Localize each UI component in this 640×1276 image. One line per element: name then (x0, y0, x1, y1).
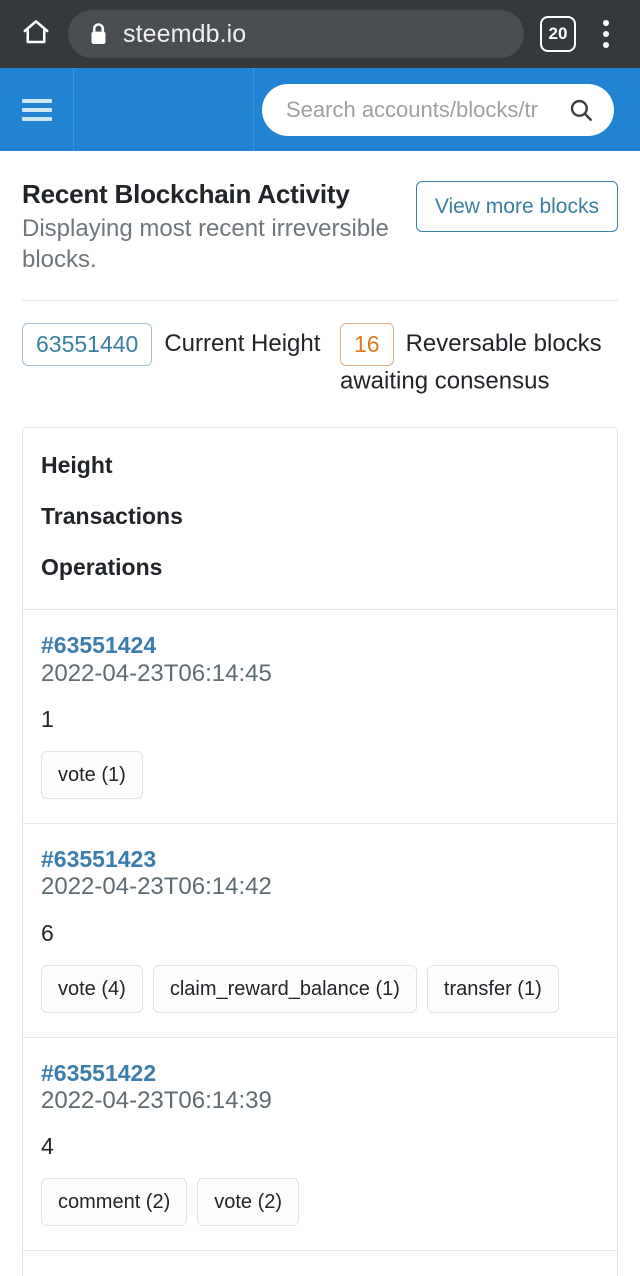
menu-dot (603, 42, 609, 48)
table-row: #63551423 2022-04-23T06:14:42 6 vote (4)… (23, 824, 617, 1038)
page-title: Recent Blockchain Activity (22, 179, 350, 209)
search-input[interactable] (286, 96, 560, 123)
reversable-blocks-badge[interactable]: 16 (340, 323, 394, 367)
table-header: Height Transactions Operations (23, 428, 617, 611)
menu-dot (603, 31, 609, 37)
stats-row: 63551440 Current Height 16 Reversable bloc… (22, 301, 618, 397)
page-header-text: Recent Blockchain Activity Displaying mo… (22, 179, 402, 275)
block-transaction-count: 4 (41, 1133, 54, 1160)
url-text: steemdb.io (123, 19, 247, 48)
lock-icon (88, 22, 109, 46)
column-header-height: Height (41, 452, 113, 479)
page-header: Recent Blockchain Activity Displaying mo… (22, 151, 618, 275)
blocks-table-card: Height Transactions Operations #63551424… (22, 427, 618, 1276)
operation-pill[interactable]: transfer (1) (426, 964, 559, 1013)
nav-menu-toggle[interactable] (0, 68, 74, 151)
block-timestamp: 2022-04-23T06:14:45 (41, 659, 272, 687)
operation-pill[interactable]: claim_reward_balance (1) (152, 964, 417, 1013)
overflow-menu-icon[interactable] (586, 12, 626, 56)
table-row: #63551424 2022-04-23T06:14:45 1 vote (1) (23, 610, 617, 824)
search-box[interactable] (262, 83, 614, 136)
table-row: #63551421 2022-04-23T06:14:36 2 (23, 1251, 617, 1276)
block-height-link[interactable]: #63551424 (41, 632, 599, 658)
page-content: Recent Blockchain Activity Displaying mo… (0, 151, 640, 1276)
current-height-badge[interactable]: 63551440 (22, 323, 153, 367)
hamburger-icon (21, 98, 52, 121)
operation-pill[interactable]: vote (4) (41, 964, 143, 1013)
block-timestamp: 2022-04-23T06:14:39 (41, 1087, 272, 1115)
url-bar[interactable]: steemdb.io (68, 10, 524, 58)
block-height-link[interactable]: #63551423 (41, 846, 599, 872)
operation-pill[interactable]: vote (2) (197, 1178, 300, 1227)
hamburger-bar (21, 98, 52, 103)
page-subtitle: Displaying most recent irreversible bloc… (22, 214, 389, 273)
view-more-blocks-button[interactable]: View more blocks (415, 181, 618, 232)
stat-current-height: 63551440 Current Height (22, 323, 340, 397)
home-icon (21, 17, 51, 52)
hamburger-bar (21, 116, 52, 121)
browser-chrome: steemdb.io 20 (0, 0, 640, 68)
hamburger-bar (21, 107, 52, 112)
column-header-transactions: Transactions (41, 503, 183, 530)
operation-pill[interactable]: comment (2) (41, 1178, 188, 1227)
operation-pill[interactable]: vote (1) (41, 750, 143, 799)
block-timestamp: 2022-04-23T06:14:42 (41, 873, 272, 901)
search-icon[interactable] (568, 97, 594, 123)
table-row: #63551422 2022-04-23T06:14:39 4 comment … (23, 1038, 617, 1252)
site-navbar (0, 68, 640, 151)
block-height-link[interactable]: #63551422 (41, 1060, 599, 1086)
nav-brand-slot (74, 68, 254, 151)
stat-reversable-blocks: 16 Reversable blocks awaiting consensus (340, 323, 618, 397)
block-operations: comment (2) vote (2) (41, 1178, 599, 1227)
menu-dot (603, 20, 609, 26)
column-header-operations: Operations (41, 554, 163, 581)
tab-counter-button[interactable]: 20 (540, 16, 576, 52)
block-transaction-count: 1 (41, 705, 54, 732)
block-transaction-count: 6 (41, 919, 54, 946)
block-operations: vote (1) (41, 750, 599, 799)
block-operations: vote (4) claim_reward_balance (1) transf… (41, 964, 599, 1013)
nav-search-area (254, 83, 640, 136)
current-height-label: Current Height (164, 330, 321, 358)
home-button[interactable] (14, 12, 58, 56)
